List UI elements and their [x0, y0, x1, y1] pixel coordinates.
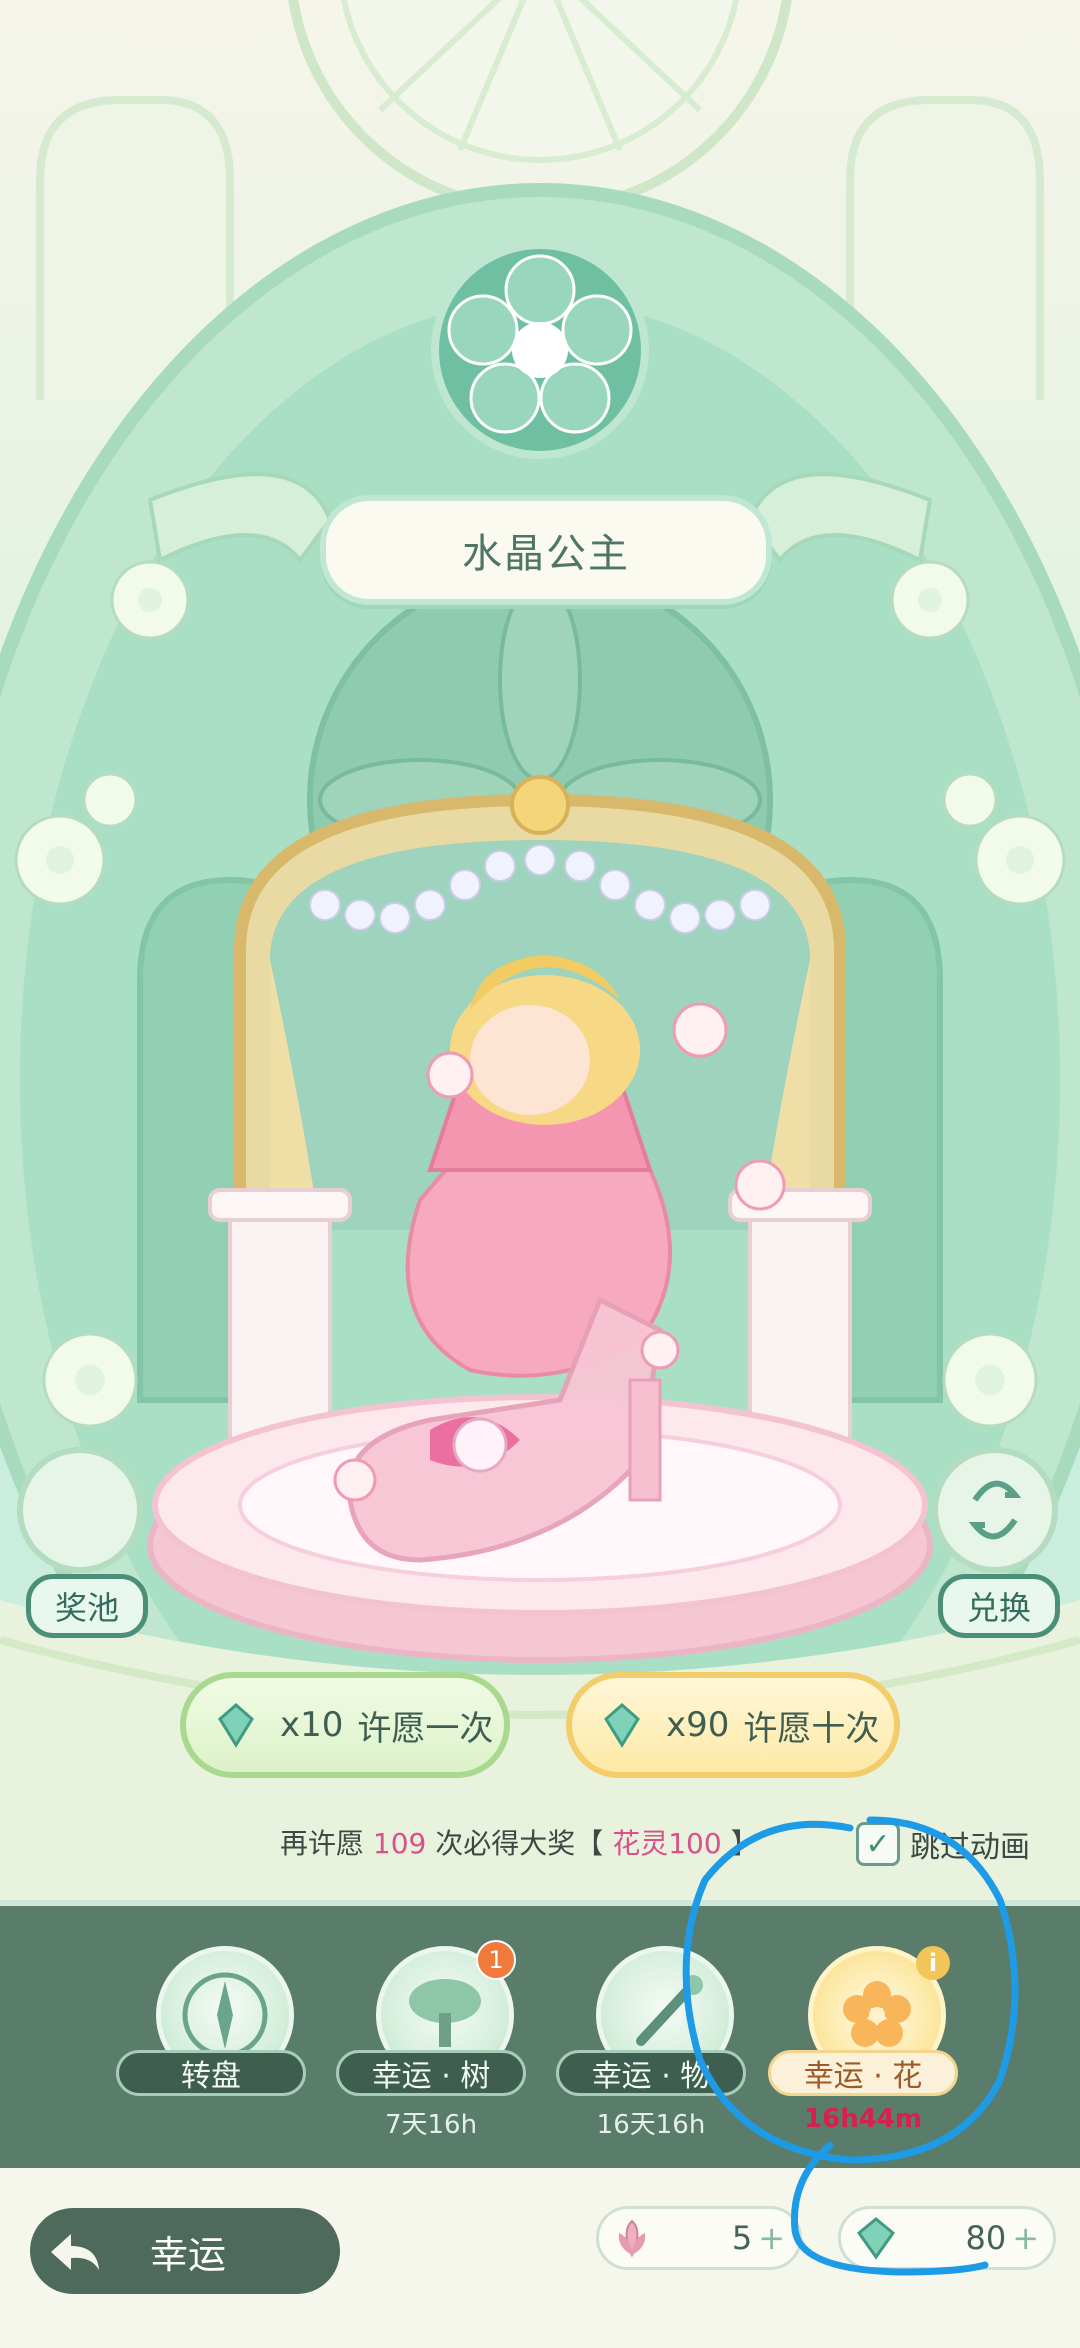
tab-lucky-item-timer: 16天16h — [596, 2110, 706, 2140]
tab-lucky-tree-timer: 7天16h — [384, 2110, 478, 2140]
tab-lucky-flower-label: 幸运 · 花 — [768, 2050, 958, 2096]
scene-background — [0, 0, 1080, 1900]
pity-suffix: 】 — [730, 1827, 759, 1860]
gem-currency-value: 80 — [965, 2219, 1007, 2257]
tab-lucky-flower-timer: 16h44m — [804, 2104, 922, 2134]
pity-middle: 次必得大奖【 — [435, 1827, 604, 1860]
wish-ten-cost: x90 — [666, 1705, 730, 1745]
wish-once-button[interactable]: x10 许愿一次 — [180, 1672, 510, 1778]
pity-prefix: 再许愿 — [280, 1827, 365, 1860]
tab-lucky-item-label: 幸运 · 物 — [556, 2050, 746, 2096]
tab-lucky-flower[interactable]: i 幸运 · 花 16h44m — [768, 1946, 968, 2166]
gem-icon — [218, 1703, 254, 1748]
skip-animation-toggle[interactable]: ✓ 跳过动画 — [856, 1822, 1030, 1866]
checkbox-checked-icon[interactable]: ✓ — [856, 1822, 900, 1866]
pity-count: 109 — [372, 1827, 427, 1860]
gem-currency-icon — [856, 2217, 896, 2260]
wish-once-cost: x10 — [280, 1705, 344, 1745]
wish-once-label: 许愿一次 — [357, 1708, 494, 1749]
gem-currency[interactable]: 80 + — [838, 2206, 1056, 2270]
wish-ten-label: 许愿十次 — [743, 1708, 880, 1749]
tab-lucky-tree[interactable]: 1 幸运 · 树 7天16h — [336, 1940, 536, 2166]
tab-lucky-tree-label: 幸运 · 树 — [336, 2050, 526, 2096]
tab-wheel[interactable]: 转盘 — [116, 1946, 316, 2166]
back-arrow-icon — [30, 2208, 120, 2294]
info-icon[interactable]: i — [916, 1946, 950, 1980]
banner-title: 水晶公主 — [320, 495, 772, 605]
skip-animation-label: 跳过动画 — [910, 1830, 1030, 1865]
gem-icon — [604, 1703, 640, 1748]
banner-tab-bar: 转盘 1 幸运 · 树 7天16h 幸运 · 物 16天16h i 幸运 · 花… — [0, 1900, 1080, 2168]
add-icon[interactable]: + — [758, 2219, 785, 2257]
flower-currency-icon — [618, 2219, 646, 2258]
wish-ten-button[interactable]: x90 许愿十次 — [566, 1672, 900, 1778]
flower-currency[interactable]: 5 + — [596, 2206, 802, 2270]
page-title: 幸运 — [150, 2232, 227, 2277]
notification-badge: 1 — [476, 1940, 516, 1980]
back-button[interactable]: 幸运 — [30, 2208, 340, 2294]
prize-pool-button[interactable]: 奖池 — [26, 1574, 148, 1638]
pity-counter-text: 再许愿 109 次必得大奖【 花灵100 】 — [280, 1822, 759, 1862]
gacha-scene: 水晶公主 奖池 兑换 x10 许愿一次 x90 许愿十次 再许愿 109 次必得… — [0, 0, 1080, 1900]
pity-reward: 花灵100 — [612, 1827, 722, 1860]
tab-lucky-item[interactable]: 幸运 · 物 16天16h — [556, 1946, 756, 2166]
bottom-bar: 幸运 5 + 80 + — [0, 2168, 1080, 2348]
flower-currency-value: 5 — [731, 2219, 753, 2257]
add-icon[interactable]: + — [1012, 2219, 1039, 2257]
exchange-button[interactable]: 兑换 — [938, 1574, 1060, 1638]
tab-wheel-label: 转盘 — [116, 2050, 306, 2096]
